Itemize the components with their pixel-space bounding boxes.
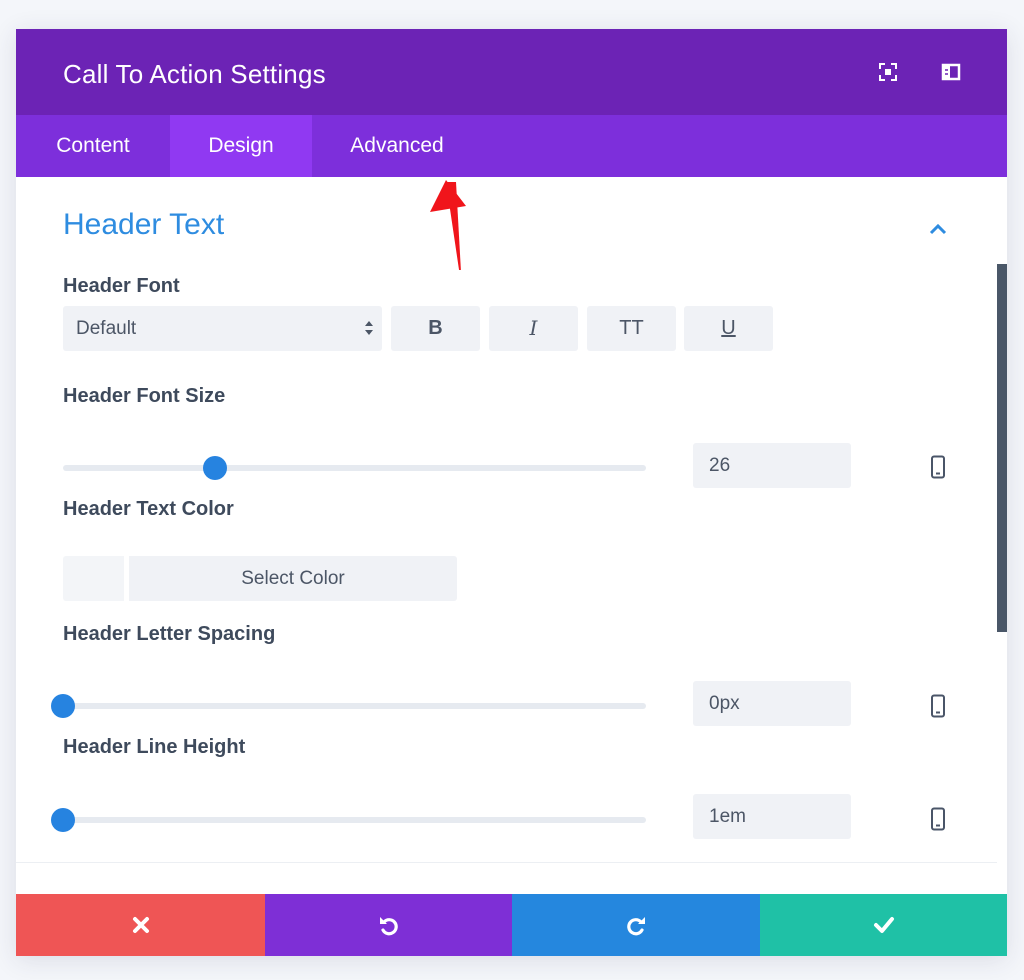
underline-button[interactable]: U — [684, 306, 773, 351]
save-button[interactable] — [760, 894, 1007, 956]
header-line-height-label: Header Line Height — [63, 736, 246, 758]
header-text-color-label: Header Text Color — [63, 498, 234, 520]
tab-design[interactable]: Design — [170, 115, 312, 177]
header-line-height-slider[interactable] — [51, 808, 646, 832]
redo-button[interactable] — [512, 894, 760, 956]
header-font-size-label: Header Font Size — [63, 385, 226, 407]
undo-icon — [379, 917, 398, 936]
uppercase-button[interactable]: TT — [587, 306, 676, 351]
modal-title: Call To Action Settings — [63, 59, 326, 89]
divider — [16, 862, 997, 863]
header-font-size-input[interactable] — [693, 443, 851, 488]
color-swatch[interactable] — [63, 556, 124, 601]
settings-content: Header Text Header Font Default B I TT U… — [16, 177, 997, 890]
slider-thumb[interactable] — [202, 456, 227, 480]
select-caret-icon — [364, 318, 374, 338]
mobile-icon[interactable] — [930, 807, 946, 831]
tab-bar: Content Design Advanced — [16, 115, 1007, 177]
tab-content[interactable]: Content — [16, 115, 170, 177]
header-letter-spacing-slider[interactable] — [51, 694, 646, 718]
expand-icon[interactable] — [878, 62, 898, 82]
scrollbar[interactable] — [997, 264, 1007, 632]
header-font-label: Header Font — [63, 275, 180, 297]
slider-thumb[interactable] — [51, 808, 75, 832]
settings-modal: Call To Action Settings Content Design A… — [16, 29, 1007, 956]
header-font-value: Default — [76, 318, 137, 339]
close-icon — [132, 917, 149, 933]
mobile-icon[interactable] — [930, 694, 946, 718]
header-line-height-input[interactable] — [693, 794, 851, 839]
header-letter-spacing-input[interactable] — [693, 681, 851, 726]
slider-thumb[interactable] — [51, 694, 75, 718]
sidebar-layout-icon[interactable] — [941, 62, 961, 82]
redo-icon — [627, 917, 645, 936]
chevron-up-icon[interactable] — [928, 222, 948, 236]
check-icon — [873, 917, 894, 933]
italic-button[interactable]: I — [489, 306, 578, 351]
annotation-arrow-icon — [430, 180, 466, 270]
discard-button[interactable] — [16, 894, 265, 956]
undo-button[interactable] — [265, 894, 512, 956]
select-color-button[interactable]: Select Color — [129, 556, 457, 601]
section-title[interactable]: Header Text — [63, 208, 224, 242]
header-font-size-slider[interactable] — [63, 456, 646, 480]
mobile-icon[interactable] — [930, 455, 946, 479]
bold-button[interactable]: B — [391, 306, 480, 351]
modal-header: Call To Action Settings — [16, 29, 1007, 115]
modal-footer — [16, 894, 1007, 956]
header-letter-spacing-label: Header Letter Spacing — [63, 623, 276, 645]
header-font-select[interactable]: Default — [63, 306, 382, 351]
